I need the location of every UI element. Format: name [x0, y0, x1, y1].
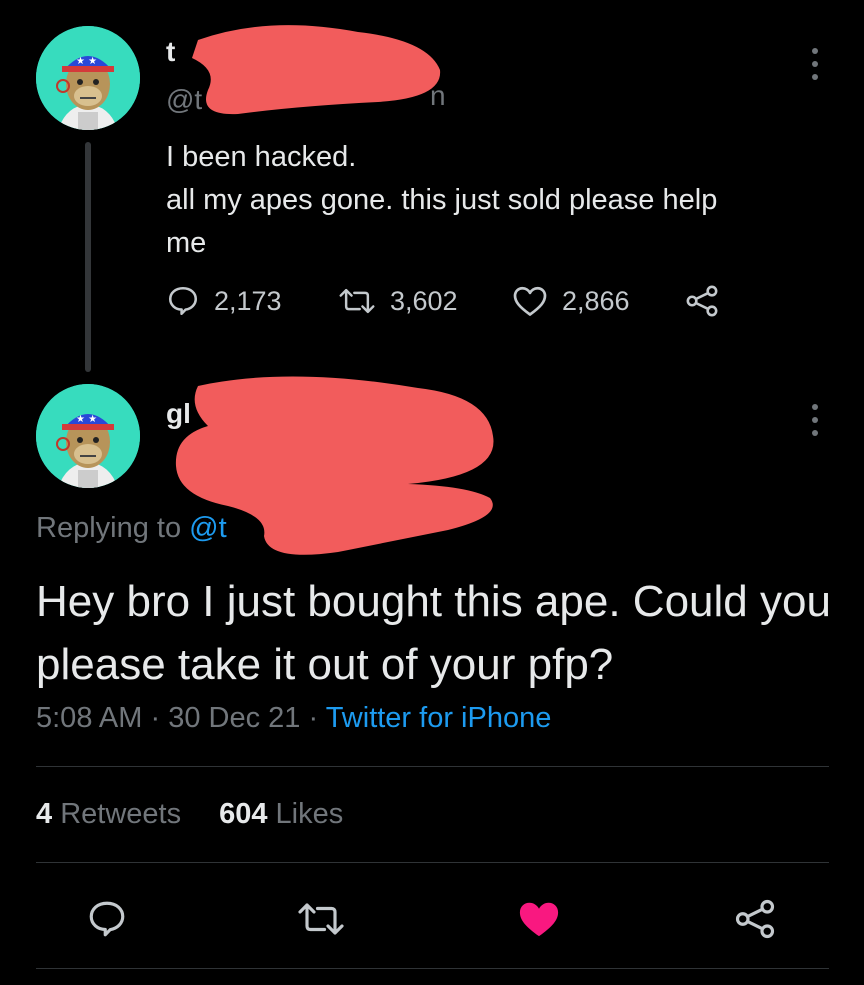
like-count: 2,866 — [562, 285, 630, 316]
retweet-action[interactable]: 3,602 — [338, 284, 458, 318]
ape-avatar-image: ★ ★ — [36, 26, 140, 130]
thread-connector-line — [85, 142, 91, 372]
heart-icon — [513, 286, 547, 316]
retweet-count: 3,602 — [390, 285, 458, 316]
avatar[interactable]: ★ ★ — [36, 384, 140, 488]
tweet-date[interactable]: 30 Dec 21 — [168, 702, 300, 734]
reply-icon — [168, 286, 198, 316]
tweet-text: I been hacked. all my apes gone. this ju… — [166, 136, 826, 265]
retweet-icon — [339, 288, 375, 314]
tweet-time[interactable]: 5:08 AM — [36, 702, 142, 734]
reply-icon — [89, 901, 125, 937]
replying-to: Replying to @t — [36, 512, 227, 544]
engagement-stats: 4 Retweets 604 Likes — [36, 798, 343, 831]
reply-button[interactable] — [86, 898, 128, 945]
svg-text:★ ★: ★ ★ — [76, 414, 97, 425]
tweet-meta: 5:08 AM · 30 Dec 21 · Twitter for iPhone — [36, 702, 552, 734]
more-options-button[interactable] — [808, 46, 822, 87]
svg-text:★ ★: ★ ★ — [76, 56, 97, 67]
reply-count: 2,173 — [214, 285, 282, 316]
tweet-text-line: I been hacked. — [166, 141, 357, 173]
more-vertical-icon — [812, 48, 818, 80]
share-icon — [686, 285, 718, 317]
tweet-text: Hey bro I just bought this ape. Could yo… — [36, 577, 831, 689]
avatar[interactable]: ★ ★ — [36, 26, 140, 130]
share-button[interactable] — [734, 898, 776, 945]
share-icon — [735, 899, 775, 939]
more-vertical-icon — [812, 404, 818, 436]
more-options-button[interactable] — [808, 402, 822, 443]
like-action[interactable]: 2,866 — [512, 284, 630, 318]
ape-avatar-image: ★ ★ — [36, 384, 140, 488]
retweet-button[interactable] — [296, 898, 346, 945]
divider — [36, 862, 829, 863]
likes-stat[interactable]: 604 Likes — [219, 798, 343, 831]
retweet-icon — [298, 903, 344, 935]
tweet-source[interactable]: Twitter for iPhone — [326, 702, 552, 734]
reply-action[interactable]: 2,173 — [166, 284, 282, 318]
like-button[interactable] — [516, 898, 562, 945]
divider — [36, 766, 829, 767]
replying-to-mention[interactable]: @t — [189, 512, 227, 544]
retweets-stat[interactable]: 4 Retweets — [36, 798, 181, 831]
author-name[interactable]: t — [166, 36, 175, 68]
share-action[interactable] — [684, 284, 734, 318]
redaction-scribble — [192, 25, 441, 115]
author-name-fragment: t — [166, 36, 176, 67]
tweet-text-line: all my apes gone. this just sold please … — [166, 184, 718, 216]
divider — [36, 968, 829, 969]
heart-filled-icon — [519, 902, 559, 937]
tweet-text-line: me — [166, 227, 207, 259]
